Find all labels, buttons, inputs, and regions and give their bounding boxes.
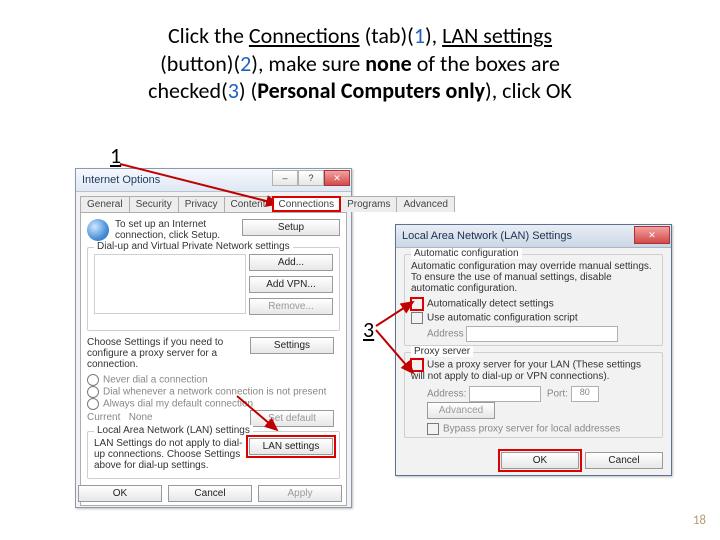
remove-button[interactable]: Remove... bbox=[249, 298, 333, 315]
help-button[interactable]: ? bbox=[298, 170, 324, 186]
radio-never-dial[interactable] bbox=[87, 374, 99, 386]
callout-1: 1 bbox=[110, 142, 121, 169]
lan-settings-dialog: Local Area Network (LAN) Settings ✕ Auto… bbox=[395, 224, 672, 476]
settings-button[interactable]: Settings bbox=[250, 337, 334, 354]
auto-script-checkbox[interactable] bbox=[411, 312, 423, 324]
lan-close-button[interactable]: ✕ bbox=[634, 226, 670, 244]
proxy-address-input[interactable] bbox=[469, 386, 541, 402]
page-number: 18 bbox=[693, 513, 706, 528]
lan-cancel-button[interactable]: Cancel bbox=[585, 452, 663, 469]
setup-button[interactable]: Setup bbox=[242, 219, 340, 236]
close-button[interactable]: ✕ bbox=[324, 170, 350, 186]
script-address-input[interactable] bbox=[466, 326, 618, 342]
auto-detect-checkbox[interactable] bbox=[411, 298, 423, 310]
apply-button[interactable]: Apply bbox=[258, 485, 342, 502]
setup-text: To set up an Internet connection, click … bbox=[115, 219, 236, 241]
choose-settings-text: Choose Settings if you need to configure… bbox=[87, 337, 242, 370]
globe-icon bbox=[87, 219, 109, 241]
callout-3: 3 bbox=[363, 316, 374, 343]
lan-dialog-title: Local Area Network (LAN) Settings bbox=[396, 225, 671, 248]
auto-config-text: Automatic configuration may override man… bbox=[411, 261, 656, 294]
lan-legend: Local Area Network (LAN) settings bbox=[94, 425, 253, 436]
add-vpn-button[interactable]: Add VPN... bbox=[249, 276, 333, 293]
dialog-body: To set up an Internet connection, click … bbox=[80, 212, 347, 506]
minimize-button[interactable]: – bbox=[272, 170, 298, 186]
dialup-legend: Dial-up and Virtual Private Network sett… bbox=[94, 241, 293, 252]
radio-always-dial[interactable] bbox=[87, 398, 99, 410]
connections-list[interactable] bbox=[94, 254, 246, 314]
proxy-port-input[interactable]: 80 bbox=[571, 386, 599, 402]
advanced-button[interactable]: Advanced bbox=[427, 402, 495, 419]
tab-general[interactable]: General bbox=[80, 196, 130, 212]
window-controls: – ? ✕ bbox=[272, 170, 350, 186]
bypass-checkbox[interactable] bbox=[427, 423, 439, 435]
radio-dial-when[interactable] bbox=[87, 386, 99, 398]
tab-strip: General Security Privacy Content Connect… bbox=[76, 192, 351, 212]
lan-window-controls: ✕ bbox=[634, 226, 670, 244]
set-default-button[interactable]: Set default bbox=[250, 410, 334, 427]
tab-security[interactable]: Security bbox=[129, 196, 179, 212]
proxy-legend: Proxy server bbox=[411, 346, 473, 357]
add-button[interactable]: Add... bbox=[249, 254, 333, 271]
ok-button[interactable]: OK bbox=[78, 485, 162, 502]
proxy-checkbox[interactable] bbox=[411, 359, 423, 371]
tab-programs[interactable]: Programs bbox=[340, 196, 397, 212]
lan-settings-button[interactable]: LAN settings bbox=[249, 438, 333, 455]
cancel-button[interactable]: Cancel bbox=[168, 485, 252, 502]
tab-connections[interactable]: Connections bbox=[272, 196, 342, 212]
instruction-text: Click the Connections (tab)(1), LAN sett… bbox=[60, 22, 660, 105]
internet-options-dialog: Internet Options – ? ✕ General Security … bbox=[75, 168, 352, 508]
auto-config-legend: Automatic configuration bbox=[411, 248, 522, 259]
tab-content[interactable]: Content bbox=[224, 196, 273, 212]
tab-advanced[interactable]: Advanced bbox=[396, 196, 454, 212]
lan-text: LAN Settings do not apply to dial-up con… bbox=[94, 438, 249, 471]
lan-ok-button[interactable]: OK bbox=[501, 452, 579, 469]
tab-privacy[interactable]: Privacy bbox=[178, 196, 225, 212]
